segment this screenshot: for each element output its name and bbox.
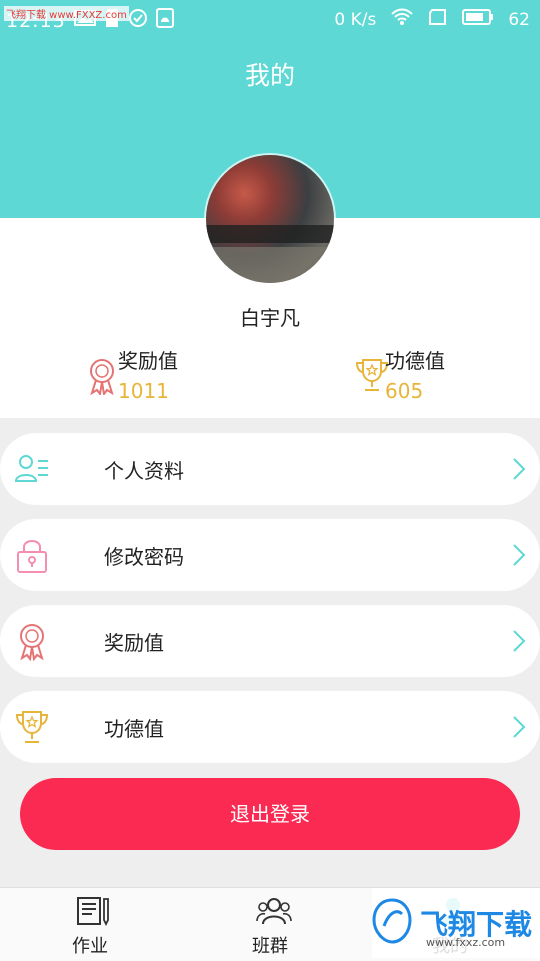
sim-card-icon [428,8,448,31]
lock-icon [14,537,50,577]
menu-label: 个人资料 [104,459,184,483]
class-group-icon [256,896,292,930]
stat-merit-label: 功德值 [385,349,445,373]
menu-item-merit[interactable]: 功德值 [0,691,540,763]
tab-label: 班群 [252,936,288,957]
stat-merit-value: 605 [385,379,424,403]
tab-class-group[interactable]: 班群 [210,888,330,961]
logout-button[interactable]: 退出登录 [20,778,520,850]
stat-award-value: 1011 [118,379,169,403]
chevron-right-icon [512,715,526,743]
site-watermark: 飞翔下载 www.fxxz.com [372,888,540,958]
homework-icon [76,896,110,930]
username: 白宇凡 [240,306,300,330]
trophy-icon [355,357,389,397]
menu-label: 功德值 [104,717,164,741]
wifi-icon [390,8,414,31]
trophy-icon [14,709,50,749]
watermark-url: www.fxxz.com [426,936,506,949]
avatar-photo-light-band [206,247,334,283]
menu-label: 奖励值 [104,631,164,655]
chevron-right-icon [512,629,526,657]
chevron-right-icon [512,543,526,571]
page-title: 我的 [244,61,295,90]
corner-watermark: 飞翔下载 www.FXXZ.com [4,6,129,21]
award-ribbon-icon [88,357,116,399]
check-circle-icon [128,8,148,33]
stat-award-label: 奖励值 [118,349,178,373]
battery-icon [462,8,494,31]
menu-item-personal-info[interactable]: 个人资料 [0,433,540,505]
status-right: 0 K/s 62 [334,8,530,31]
status-bar: 12:13 飞翔下载 www.FXXZ.com 0 K/s 62 [0,0,540,38]
avatar[interactable] [206,155,334,283]
qq-notification-icon [155,8,174,33]
award-ribbon-icon [14,623,50,665]
menu-label: 修改密码 [104,545,184,569]
tab-homework[interactable]: 作业 [30,888,150,961]
avatar-photo-dark-band [206,225,334,243]
battery-level: 62 [508,9,530,30]
chevron-right-icon [512,457,526,485]
menu-item-award[interactable]: 奖励值 [0,605,540,677]
personal-info-icon [14,451,50,491]
tab-label: 作业 [72,936,108,957]
network-speed: 0 K/s [334,9,377,30]
menu-item-change-password[interactable]: 修改密码 [0,519,540,591]
watermark-logo-icon [372,896,412,950]
